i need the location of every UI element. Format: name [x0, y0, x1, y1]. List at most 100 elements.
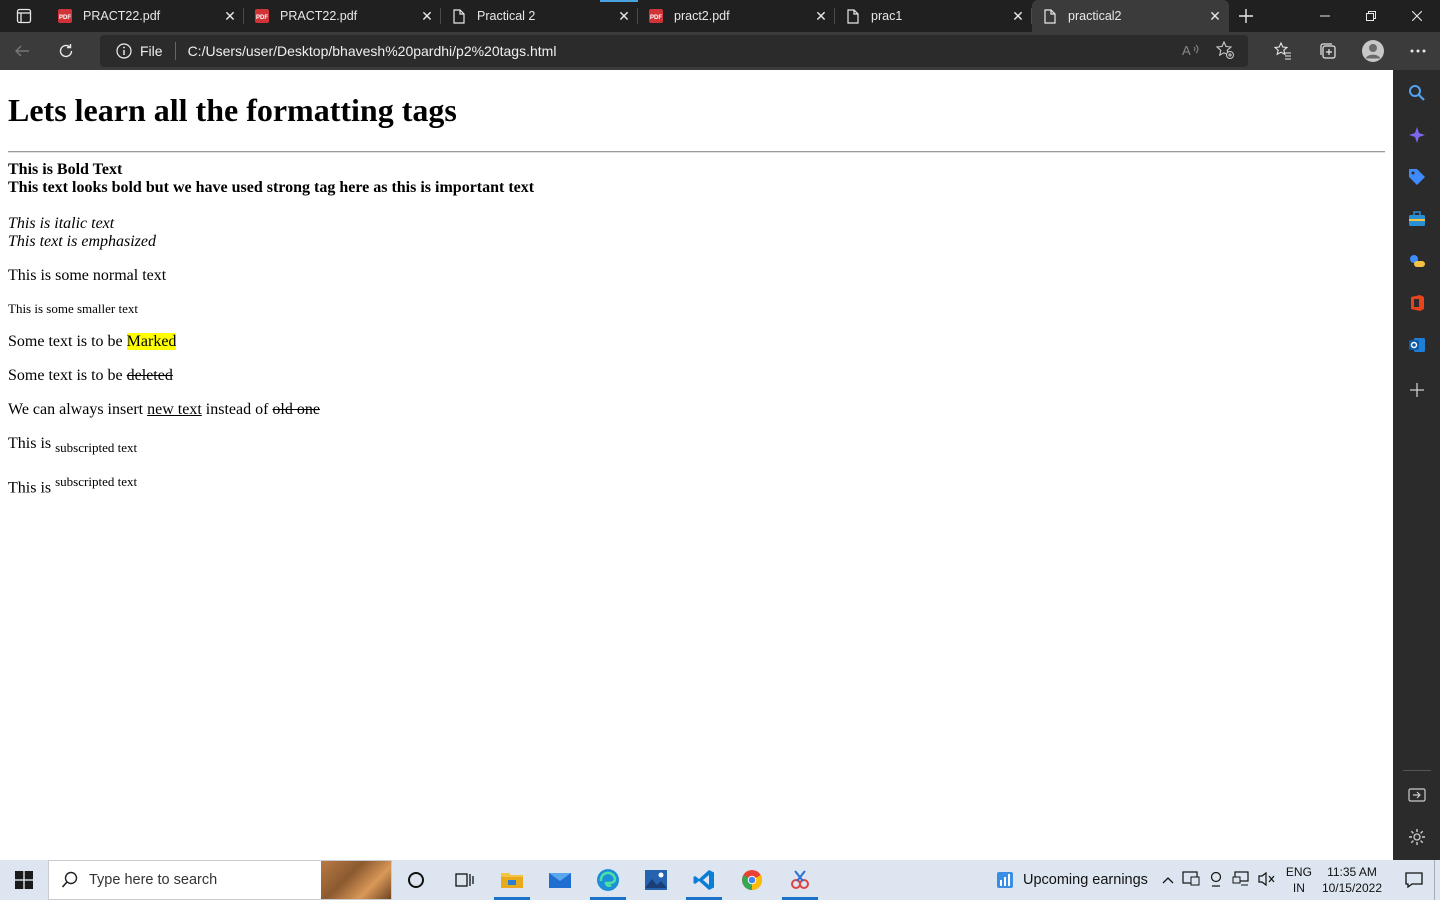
url-text[interactable]: C:/Users/user/Desktop/bhavesh%20pardhi/p…: [188, 43, 1182, 59]
svg-text:PDF: PDF: [256, 15, 268, 21]
close-window-button[interactable]: [1394, 0, 1440, 32]
tab-practical2[interactable]: practical2 ✕: [1032, 0, 1229, 32]
taskbar-photos[interactable]: [632, 860, 680, 900]
close-tab-button[interactable]: ✕: [413, 2, 441, 30]
taskbar-snipping-tool[interactable]: [776, 860, 824, 900]
close-tab-button[interactable]: ✕: [807, 2, 835, 30]
toolbox-icon: [1408, 211, 1425, 226]
sup-paragraph: This is subscripted text: [8, 473, 1385, 497]
sidebar-office-button[interactable]: [1393, 285, 1440, 321]
sidebar-hide-button[interactable]: [1393, 777, 1440, 813]
add-favorite-button[interactable]: [1215, 40, 1234, 62]
clock[interactable]: 11:35 AM 10/15/2022: [1322, 864, 1382, 896]
bold-text: This is Bold Text: [8, 161, 123, 178]
pdf-icon: PDF: [648, 8, 664, 24]
profile-button[interactable]: [1350, 32, 1395, 70]
pdf-icon: PDF: [254, 8, 270, 24]
close-tab-button[interactable]: ✕: [610, 2, 638, 30]
notification-icon: [1405, 872, 1423, 889]
taskbar-edge[interactable]: [584, 860, 632, 900]
tab-pract22-pdf-1[interactable]: PDF PRACT22.pdf ✕: [47, 0, 244, 32]
show-hidden-icons-button[interactable]: [1162, 873, 1174, 887]
new-tab-button[interactable]: [1229, 0, 1263, 32]
chrome-icon: [742, 870, 763, 891]
photos-icon: [645, 870, 667, 890]
sidebar-outlook-button[interactable]: [1393, 327, 1440, 363]
sidebar-tools-button[interactable]: [1393, 201, 1440, 237]
tray-app-button[interactable]: [1182, 870, 1200, 890]
plus-icon: [1239, 9, 1253, 23]
tab-strip: PDF PRACT22.pdf ✕ PDF PRACT22.pdf ✕ Prac…: [0, 0, 1440, 32]
folder-icon: [501, 873, 523, 888]
volume-button[interactable]: [1258, 871, 1276, 890]
sidebar-search-button[interactable]: [1393, 75, 1440, 111]
games-icon: [1409, 255, 1425, 267]
small-text: This is some smaller text: [8, 301, 138, 316]
system-tray: Upcoming earnings ENG IN 11:35 AM 10/15/…: [995, 860, 1440, 900]
region-code: IN: [1292, 881, 1305, 895]
sidebar-discover-button[interactable]: [1393, 117, 1440, 153]
task-view-button[interactable]: [440, 860, 488, 900]
sidebar-add-button[interactable]: [1393, 372, 1440, 408]
site-info-button[interactable]: File: [116, 42, 176, 60]
marked-text: Marked: [126, 333, 177, 350]
taskbar-vscode[interactable]: [680, 860, 728, 900]
office-icon: [1410, 295, 1424, 311]
onedrive-button[interactable]: [1208, 871, 1224, 890]
tab-actions-icon: [16, 8, 31, 24]
emphasized-text: This text is emphasized: [8, 233, 156, 250]
network-button[interactable]: [1232, 870, 1250, 890]
collections-button[interactable]: [1305, 32, 1350, 70]
close-tab-button[interactable]: ✕: [216, 2, 244, 30]
tab-actions-button[interactable]: [0, 0, 47, 32]
old-text: old one: [272, 401, 320, 418]
minimize-button[interactable]: [1302, 0, 1348, 32]
taskbar-file-explorer[interactable]: [488, 860, 536, 900]
sidebar-settings-button[interactable]: [1393, 819, 1440, 855]
favorites-icon: [1273, 42, 1291, 60]
page-icon: [845, 8, 861, 24]
taskbar-search-box[interactable]: Type here to search: [48, 860, 392, 900]
taskbar-chrome[interactable]: [728, 860, 776, 900]
tab-prac1[interactable]: prac1 ✕: [835, 0, 1032, 32]
window-controls: [1302, 0, 1440, 32]
favorites-button[interactable]: [1260, 32, 1305, 70]
site-info-label: File: [140, 43, 163, 59]
cortana-button[interactable]: [392, 860, 440, 900]
webcam-icon: [1210, 871, 1222, 887]
settings-menu-button[interactable]: [1395, 32, 1440, 70]
tab-title: pract2.pdf: [674, 9, 730, 23]
notifications-button[interactable]: [1394, 860, 1434, 900]
edge-icon: [597, 869, 619, 891]
snipping-tool-icon: [791, 870, 809, 889]
tab-pract2-pdf[interactable]: PDF pract2.pdf ✕: [638, 0, 835, 32]
tab-pract22-pdf-2[interactable]: PDF PRACT22.pdf ✕: [244, 0, 441, 32]
cortana-icon: [408, 872, 424, 888]
browser-toolbar: File C:/Users/user/Desktop/bhavesh%20par…: [0, 32, 1440, 70]
taskbar-mail[interactable]: [536, 860, 584, 900]
search-placeholder: Type here to search: [89, 872, 218, 888]
svg-text:A: A: [1182, 43, 1191, 58]
windows-logo-icon: [15, 871, 33, 889]
tab-title: PRACT22.pdf: [280, 9, 358, 23]
page-icon: [451, 8, 467, 24]
tab-title: Practical 2: [477, 9, 536, 23]
news-widget[interactable]: Upcoming earnings: [995, 870, 1148, 890]
start-button[interactable]: [0, 860, 48, 900]
sidebar-games-button[interactable]: [1393, 243, 1440, 279]
show-desktop-button[interactable]: [1434, 860, 1440, 900]
close-tab-button[interactable]: ✕: [1201, 2, 1229, 30]
read-aloud-button[interactable]: A: [1182, 42, 1200, 61]
language-indicator[interactable]: ENG IN: [1286, 864, 1312, 896]
svg-text:PDF: PDF: [59, 15, 71, 21]
restore-button[interactable]: [1348, 0, 1394, 32]
tab-practical-2[interactable]: Practical 2 ✕: [441, 0, 638, 32]
close-tab-button[interactable]: ✕: [1004, 2, 1032, 30]
mark-paragraph: Some text is to be Marked: [8, 333, 1385, 351]
sidebar-shopping-button[interactable]: [1393, 159, 1440, 195]
tab-title: PRACT22.pdf: [83, 9, 161, 23]
address-bar[interactable]: File C:/Users/user/Desktop/bhavesh%20par…: [100, 35, 1248, 67]
refresh-button[interactable]: [44, 32, 88, 70]
back-button[interactable]: [0, 32, 44, 70]
plus-icon: [1409, 383, 1424, 397]
